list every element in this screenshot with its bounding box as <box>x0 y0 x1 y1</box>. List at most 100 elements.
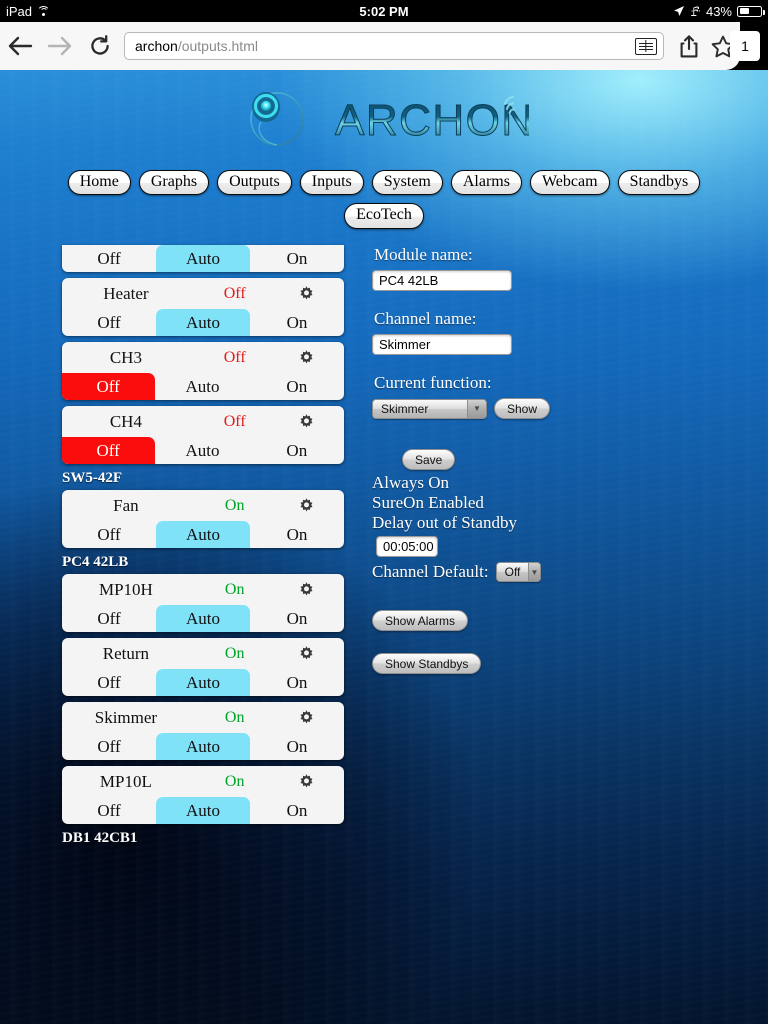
browser-toolbar: archon /outputs.html 1 <box>0 22 768 70</box>
output-card: Off Auto On <box>62 245 344 272</box>
nav-item-outputs[interactable]: Outputs <box>217 170 292 196</box>
output-mode-auto-button[interactable]: Auto <box>156 797 250 824</box>
main-navigation: Home Graphs Outputs Inputs System Alarms… <box>0 170 768 237</box>
output-settings-button[interactable] <box>280 349 334 366</box>
output-mode-off-button[interactable]: Off <box>62 797 156 824</box>
output-card-header: Fan On <box>62 490 344 521</box>
output-card-header: Return On <box>62 638 344 669</box>
current-function-select[interactable]: Skimmer ▼ <box>372 398 487 419</box>
output-channel-name: Heater <box>103 283 149 303</box>
output-settings-button[interactable] <box>280 413 334 430</box>
nav-item-standbys[interactable]: Standbys <box>617 170 701 196</box>
gear-icon <box>300 350 313 364</box>
output-status-text: On <box>224 644 245 662</box>
nav-item-ecotech[interactable]: EcoTech <box>344 203 424 229</box>
output-settings-button[interactable] <box>280 709 334 726</box>
reload-button[interactable] <box>80 22 120 70</box>
nav-item-inputs[interactable]: Inputs <box>299 170 364 196</box>
output-mode-buttons: Off Auto On <box>62 797 344 824</box>
web-page-body: ARCHON Home Graphs Outputs Inputs System… <box>0 70 768 1024</box>
output-mode-auto-button[interactable]: Auto <box>156 309 250 336</box>
show-alarms-wrap: Show Alarms <box>372 610 702 631</box>
archon-logo: ARCHON <box>0 78 768 158</box>
output-channel-name: MP10L <box>99 771 152 791</box>
output-mode-auto-button[interactable]: Auto <box>156 669 250 696</box>
output-mode-off-button[interactable]: Off <box>62 669 156 696</box>
output-settings-button[interactable] <box>280 581 334 598</box>
output-mode-off-button[interactable]: Off <box>62 437 156 464</box>
forward-button[interactable] <box>40 22 80 70</box>
output-mode-on-button[interactable]: On <box>250 797 344 824</box>
output-mode-auto-button[interactable]: Auto <box>156 605 250 632</box>
back-button[interactable] <box>0 22 40 70</box>
output-mode-auto-button[interactable]: Auto <box>156 245 250 272</box>
svg-text:ARCHON: ARCHON <box>335 96 529 145</box>
output-mode-auto-button[interactable]: Auto <box>155 437 249 464</box>
outputs-list: Off Auto On Heater Off Off Auto On CH3 Off Off Auto… <box>62 245 344 850</box>
delay-out-of-standby-option[interactable]: Delay out of Standby <box>372 513 702 533</box>
output-mode-on-button[interactable]: On <box>250 437 344 464</box>
gear-icon <box>300 414 313 428</box>
output-mode-on-button[interactable]: On <box>250 605 344 632</box>
address-bar[interactable]: archon /outputs.html <box>124 32 664 60</box>
output-mode-buttons: Off Auto On <box>62 669 344 696</box>
output-mode-on-button[interactable]: On <box>250 309 344 336</box>
output-mode-auto-button[interactable]: Auto <box>156 733 250 760</box>
show-function-button[interactable]: Show <box>494 398 551 419</box>
output-mode-off-button[interactable]: Off <box>62 373 156 400</box>
tab-count-button[interactable]: 1 <box>730 31 760 61</box>
output-channel-name: Skimmer <box>94 707 158 727</box>
nav-item-webcam[interactable]: Webcam <box>529 170 610 196</box>
always-on-option[interactable]: Always On <box>372 473 702 493</box>
output-settings-button[interactable] <box>280 773 334 790</box>
output-settings-button[interactable] <box>280 285 334 302</box>
delay-time-input[interactable]: 00:05:00 <box>376 536 438 557</box>
output-mode-on-button[interactable]: On <box>250 733 344 760</box>
output-mode-buttons: Off Auto On <box>62 521 344 548</box>
chevron-down-icon: ▼ <box>467 399 486 418</box>
output-settings-button[interactable] <box>280 645 334 662</box>
channel-settings-panel: Module name: PC4 42LB Channel name: Skim… <box>372 245 702 674</box>
output-status-text: Off <box>223 284 246 302</box>
output-group-header: PC4 42LB <box>62 554 129 570</box>
channel-default-label: Channel Default: <box>372 562 489 581</box>
output-card: Fan On Off Auto On <box>62 490 344 548</box>
output-card: MP10L On Off Auto On <box>62 766 344 824</box>
output-mode-auto-button[interactable]: Auto <box>155 373 249 400</box>
channel-name-input[interactable]: Skimmer <box>372 334 512 355</box>
module-name-input[interactable]: PC4 42LB <box>372 270 512 291</box>
show-alarms-button[interactable]: Show Alarms <box>372 610 469 631</box>
output-mode-on-button[interactable]: On <box>250 521 344 548</box>
save-button[interactable]: Save <box>402 449 456 470</box>
output-settings-button[interactable] <box>280 497 334 514</box>
module-name-label: Module name: <box>374 245 473 264</box>
bluetooth-icon: ꗔ <box>690 3 701 19</box>
current-function-row: Skimmer ▼ Show <box>372 398 702 419</box>
output-mode-off-button[interactable]: Off <box>62 733 156 760</box>
current-function-value: Skimmer <box>381 401 429 416</box>
output-mode-off-button[interactable]: Off <box>62 245 156 272</box>
nav-item-system[interactable]: System <box>371 170 443 196</box>
show-standbys-wrap: Show Standbys <box>372 653 702 674</box>
nav-item-alarms[interactable]: Alarms <box>450 170 522 196</box>
output-card-header: CH4 Off <box>62 406 344 437</box>
output-mode-buttons: Off Auto On <box>62 605 344 632</box>
output-mode-off-button[interactable]: Off <box>62 605 156 632</box>
nav-item-graphs[interactable]: Graphs <box>138 170 210 196</box>
output-mode-auto-button[interactable]: Auto <box>156 521 250 548</box>
output-mode-off-button[interactable]: Off <box>62 309 156 336</box>
share-button[interactable] <box>672 22 706 70</box>
output-mode-buttons: Off Auto On <box>62 309 344 336</box>
output-mode-on-button[interactable]: On <box>250 373 344 400</box>
sureon-enabled-option[interactable]: SureOn Enabled <box>372 493 702 513</box>
output-mode-off-button[interactable]: Off <box>62 521 156 548</box>
channel-default-select[interactable]: Off ▼ <box>495 562 541 582</box>
output-mode-on-button[interactable]: On <box>250 245 344 272</box>
nav-item-home[interactable]: Home <box>67 170 131 196</box>
show-standbys-button[interactable]: Show Standbys <box>372 653 482 674</box>
output-mode-on-button[interactable]: On <box>250 669 344 696</box>
output-card: CH4 Off Off Auto On <box>62 406 344 464</box>
archon-logo-graphic: ARCHON <box>250 92 529 146</box>
reader-view-icon[interactable] <box>635 37 657 55</box>
status-bar-right: ꗔ 43% <box>673 3 765 19</box>
